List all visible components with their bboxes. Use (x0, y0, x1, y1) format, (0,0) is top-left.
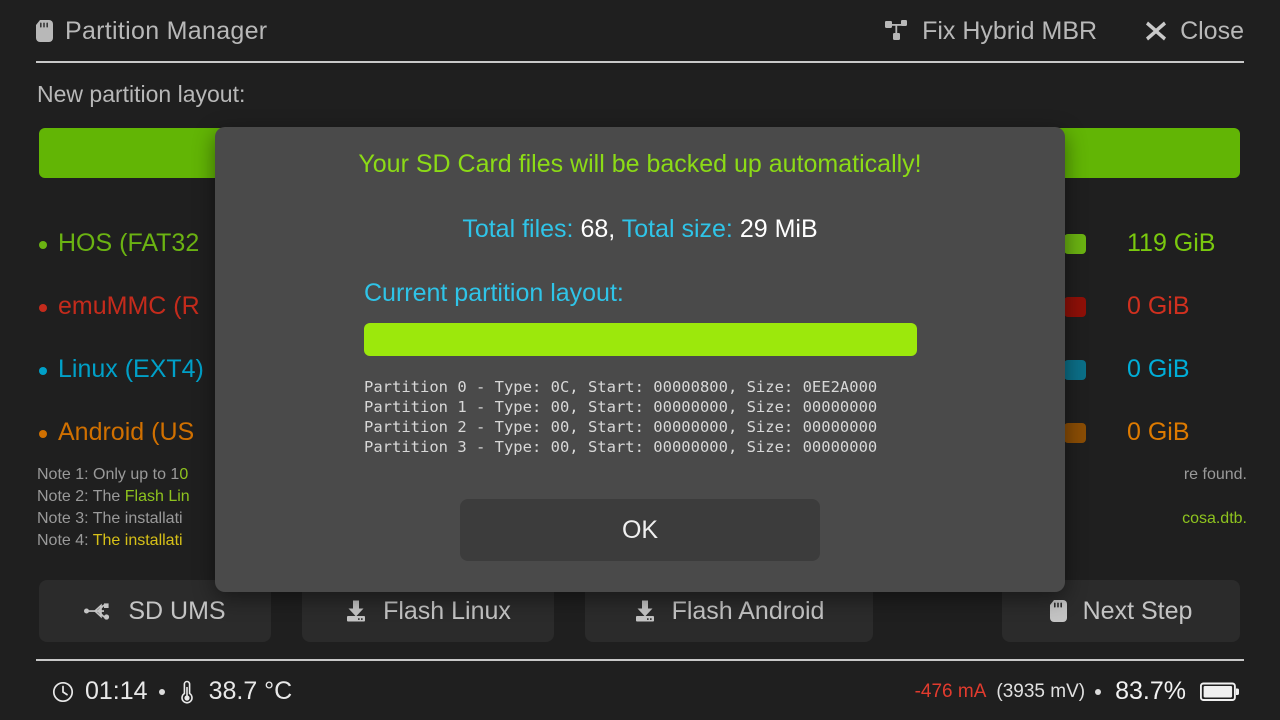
dialog-stats: Total files: 68, Total size: 29 MiB (215, 215, 1065, 244)
partition-label: HOS (FAT32 (58, 229, 200, 257)
partition-label: Android (US (58, 418, 195, 446)
new-partition-layout-label: New partition layout: (37, 81, 246, 107)
ok-label: OK (621, 515, 659, 544)
battery-voltage: (3935 mV) (996, 680, 1086, 702)
clock-time: 01:14 (85, 677, 148, 705)
flash-linux-label: Flash Linux (383, 596, 511, 625)
sd-card-icon (1049, 600, 1067, 622)
dialog-subtitle: Current partition layout: (364, 279, 624, 307)
battery-current: -476 mA (914, 680, 987, 702)
title-bar-actions: Fix Hybrid MBR Close (885, 17, 1244, 46)
dialog-title: Your SD Card files will be backed up aut… (358, 150, 922, 178)
separator-dot (1095, 688, 1102, 695)
download-icon (345, 600, 367, 622)
note-text: Note 3: The installati (37, 510, 183, 527)
partition-manager-screen: Partition Manager Fix Hybrid MBR Close N… (0, 0, 1280, 720)
bullet-icon (39, 241, 47, 249)
close-label: Close (1180, 16, 1244, 45)
partition-size: 0 GiB (1127, 355, 1190, 383)
note-tail: re found. (1183, 466, 1247, 483)
separator-dot (158, 688, 165, 695)
battery-percent: 83.7% (1115, 677, 1186, 705)
total-size-value: 29 MiB (739, 215, 818, 243)
note-text: Note 2: The (37, 488, 125, 505)
total-files-label: Total files: (462, 215, 574, 243)
bullet-icon (39, 430, 47, 438)
fix-hybrid-mbr-label: Fix Hybrid MBR (922, 16, 1098, 45)
usb-icon (84, 602, 112, 620)
title-bar-separator (36, 61, 1244, 63)
sitemap-icon (885, 20, 909, 42)
partition-swatch (1064, 359, 1086, 380)
note-highlight: Flash Lin (124, 488, 190, 505)
temperature-value: 38.7 °C (208, 677, 293, 705)
sd-card-icon (36, 20, 53, 42)
clock-icon (52, 681, 74, 703)
total-size-label: Total size: (621, 215, 733, 243)
current-partition-layout-bar (364, 323, 917, 356)
title-bar: Partition Manager Fix Hybrid MBR Close (0, 0, 1280, 62)
partition-size: 0 GiB (1127, 292, 1190, 320)
status-right-group: -476 mA (3935 mV) 83.7% (915, 677, 1240, 706)
sd-ums-label: SD UMS (128, 596, 226, 625)
window-title-group: Partition Manager (36, 17, 267, 46)
partition-table: Partition 0 - Type: 0C, Start: 00000800,… (364, 378, 878, 456)
ok-button[interactable]: OK (460, 499, 820, 561)
status-bar-separator (36, 659, 1244, 661)
note-highlight: The installati (92, 532, 183, 549)
total-files-value: 68, (580, 215, 616, 243)
flash-android-label: Flash Android (671, 596, 825, 625)
status-bar: 01:14 38.7 °C -476 mA (3935 mV) 83.7% (0, 663, 1280, 720)
thermometer-icon (180, 680, 194, 704)
note-tail: cosa.dtb. (1182, 510, 1247, 527)
note-text: Note 1: Only up to 1 (37, 466, 180, 483)
close-icon (1145, 20, 1167, 42)
partition-swatch (1064, 422, 1086, 443)
note-text: Note 4: (37, 532, 93, 549)
partition-swatch (1064, 233, 1086, 254)
partition-label: Linux (EXT4) (58, 355, 204, 383)
bullet-icon (39, 367, 47, 375)
partition-size: 0 GiB (1127, 418, 1190, 446)
fix-hybrid-mbr-button[interactable]: Fix Hybrid MBR (885, 17, 1097, 46)
backup-dialog: Your SD Card files will be backed up aut… (215, 127, 1065, 592)
bullet-icon (39, 304, 47, 312)
partition-label: emuMMC (R (58, 292, 200, 320)
note-highlight: 0 (179, 466, 189, 483)
battery-icon (1200, 681, 1240, 703)
layout-segment-current (364, 323, 917, 356)
close-button[interactable]: Close (1145, 17, 1244, 46)
page-title: Partition Manager (65, 16, 268, 45)
partition-swatch (1064, 296, 1086, 317)
next-step-label: Next Step (1082, 596, 1193, 625)
status-left-group: 01:14 38.7 °C (52, 677, 292, 706)
download-icon (634, 600, 656, 622)
partition-size: 119 GiB (1127, 229, 1216, 257)
